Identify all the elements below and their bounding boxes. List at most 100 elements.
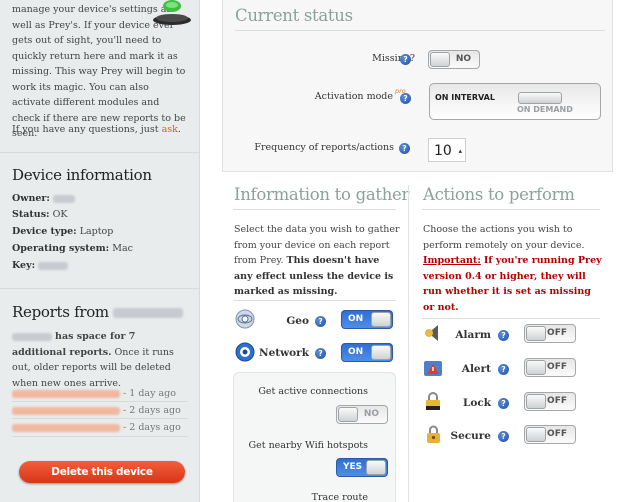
geo-toggle[interactable]: ON — [341, 310, 393, 329]
report-link-redacted[interactable] — [12, 423, 120, 432]
frequency-select[interactable]: 10 ▴ — [428, 138, 466, 162]
help-icon[interactable]: ? — [498, 431, 509, 442]
network-icon — [235, 342, 255, 362]
device-name-redacted — [113, 308, 184, 318]
help-icon[interactable]: ? — [400, 93, 411, 104]
reports-heading-text: Reports from — [12, 303, 109, 321]
network-toggle[interactable]: ON — [341, 343, 393, 362]
active-connections-toggle[interactable]: NO — [336, 405, 388, 424]
report-age: - 1 day ago — [123, 388, 176, 399]
report-item[interactable]: - 2 days ago — [12, 422, 192, 433]
sidebar: manage your device's settings as well as… — [0, 0, 200, 502]
help-icon[interactable]: ? — [498, 330, 509, 341]
help-icon[interactable]: ? — [315, 348, 326, 359]
on-demand-label: ON DEMAND — [517, 105, 573, 114]
key-row: Key: — [12, 260, 69, 271]
device-type-row: Device type: Laptop — [12, 226, 113, 237]
help-icon[interactable]: ? — [400, 54, 411, 65]
reports-space-text: has space for 7 additional reports. Once… — [12, 329, 192, 391]
report-link-redacted[interactable] — [12, 406, 120, 415]
toggle-knob — [371, 312, 391, 327]
status-value: OK — [52, 209, 68, 220]
report-age: - 2 days ago — [123, 405, 181, 416]
divider — [233, 300, 396, 301]
device-redacted — [12, 332, 52, 341]
report-separator — [12, 418, 188, 419]
network-value: ON — [348, 347, 364, 357]
switch-slider[interactable] — [518, 92, 562, 104]
alert-value: OFF — [547, 362, 567, 372]
missing-value: NO — [455, 54, 471, 64]
secure-toggle[interactable]: OFF — [524, 425, 576, 444]
os-label: Operating system: — [12, 243, 110, 254]
toggle-knob — [371, 345, 391, 360]
owner-label: Owner: — [12, 193, 50, 204]
help-icon[interactable]: ? — [399, 143, 410, 154]
divider — [0, 288, 200, 289]
missing-toggle[interactable]: NO — [428, 50, 480, 69]
report-link-redacted[interactable] — [12, 389, 120, 398]
alarm-label: Alarm — [455, 329, 491, 341]
frequency-label: Frequency of reports/actions — [254, 142, 394, 153]
lock-icon — [426, 392, 440, 410]
toggle-knob — [526, 427, 546, 442]
key-redacted — [38, 261, 69, 270]
on-interval-label: ON INTERVAL — [435, 93, 495, 102]
status-label: Status: — [12, 209, 50, 220]
help-icon[interactable]: ? — [498, 398, 509, 409]
activation-mode-text: Activation mode — [314, 91, 393, 102]
divider — [422, 209, 600, 210]
questions-line: If you have any questions, just ask. — [12, 124, 181, 135]
device-info-heading: Device information — [12, 166, 152, 184]
network-label: Network — [259, 347, 309, 359]
activation-mode-switch[interactable]: ON INTERVAL ON DEMAND — [429, 83, 601, 120]
column-separator — [408, 185, 409, 502]
geo-value: ON — [348, 314, 364, 324]
alarm-toggle[interactable]: OFF — [524, 324, 576, 343]
alarm-value: OFF — [547, 328, 567, 338]
toggle-knob — [366, 460, 386, 475]
lock-toggle[interactable]: OFF — [524, 392, 576, 411]
important-label: Important: — [423, 255, 481, 266]
alert-label: Alert — [461, 363, 491, 375]
os-row: Operating system: Mac — [12, 243, 133, 254]
alarm-icon — [425, 325, 438, 341]
geo-icon — [235, 309, 255, 329]
device-type-value: Laptop — [79, 226, 114, 237]
report-item[interactable]: - 1 day ago — [12, 388, 192, 399]
questions-text: If you have any questions, just — [12, 124, 159, 135]
info-gather-description: Select the data you wish to gather from … — [234, 222, 400, 300]
secure-value: OFF — [547, 429, 567, 439]
wifi-hotspots-toggle[interactable]: YES — [336, 458, 388, 477]
report-item[interactable]: - 2 days ago — [12, 405, 192, 416]
info-gather-title: Information to gather — [234, 185, 410, 204]
lock-label: Lock — [462, 397, 491, 409]
wifi-hotspots-value: YES — [343, 462, 363, 472]
owner-row: Owner: — [12, 193, 75, 204]
secure-label: Secure — [450, 430, 491, 442]
actions-description: Choose the actions you wish to perform r… — [423, 222, 603, 315]
wifi-hotspots-label: Get nearby Wifi hotspots — [248, 440, 368, 451]
actions-desc-plain: Choose the actions you wish to perform r… — [423, 224, 585, 251]
divider — [233, 209, 396, 210]
current-status-title: Current status — [235, 6, 353, 25]
ask-link[interactable]: ask — [162, 124, 178, 135]
help-icon[interactable]: ? — [315, 316, 326, 327]
help-icon[interactable]: ? — [498, 364, 509, 375]
active-connections-value: NO — [363, 409, 379, 419]
trace-route-label: Trace route — [311, 492, 368, 502]
delete-device-button[interactable]: Delete this device — [19, 461, 185, 483]
owner-redacted — [52, 194, 75, 203]
secure-icon — [427, 425, 440, 443]
toggle-knob — [526, 394, 546, 409]
geo-label: Geo — [286, 315, 309, 327]
select-arrows-icon: ▴ — [458, 147, 462, 155]
reports-heading: Reports from — [12, 303, 184, 321]
status-row: Status: OK — [12, 209, 67, 220]
activation-mode-label: Activation mode — [283, 91, 393, 102]
active-connections-label: Get active connections — [258, 386, 368, 397]
toggle-knob — [338, 407, 358, 422]
key-label: Key: — [12, 260, 36, 271]
device-type-label: Device type: — [12, 226, 77, 237]
alert-toggle[interactable]: OFF — [524, 358, 576, 377]
